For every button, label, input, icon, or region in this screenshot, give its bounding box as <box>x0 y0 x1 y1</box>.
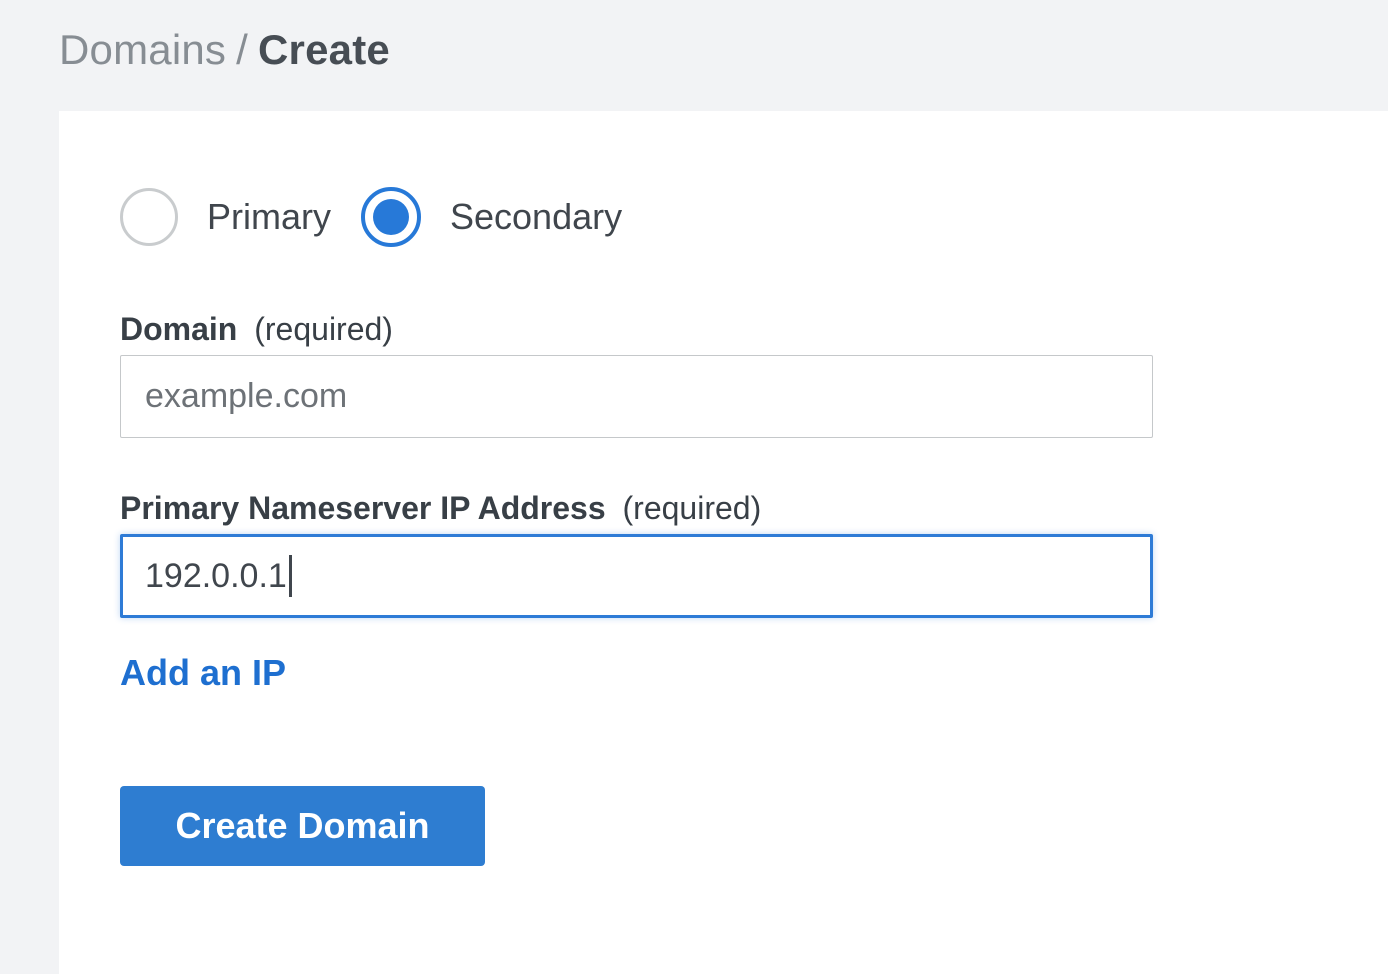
domain-required-note: (required) <box>254 311 393 347</box>
domain-field-label: Domain (required) <box>120 311 1328 347</box>
breadcrumb: Domains/Create <box>59 26 390 74</box>
ip-field-group: Primary Nameserver IP Address (required)… <box>120 490 1328 618</box>
domain-input[interactable] <box>120 355 1153 438</box>
breadcrumb-separator: / <box>236 26 248 73</box>
radio-primary-label[interactable]: Primary <box>207 196 331 238</box>
domain-label-text: Domain <box>120 311 237 347</box>
radio-secondary-label[interactable]: Secondary <box>450 196 622 238</box>
create-domain-panel: Primary Secondary Domain (required) Prim… <box>59 111 1388 974</box>
add-ip-row: Add an IP <box>120 652 1328 694</box>
ip-field-label: Primary Nameserver IP Address (required) <box>120 490 1328 526</box>
radio-option-primary[interactable]: Primary <box>120 188 331 246</box>
domain-field-group: Domain (required) <box>120 311 1328 438</box>
radio-unselected-icon[interactable] <box>120 188 178 246</box>
radio-dot-icon <box>373 199 409 235</box>
submit-row: Create Domain <box>120 786 1328 866</box>
ip-label-text: Primary Nameserver IP Address <box>120 490 606 526</box>
breadcrumb-domains[interactable]: Domains <box>59 26 226 73</box>
ip-input[interactable]: 192.0.0.1 <box>120 534 1153 618</box>
domain-type-radio-group: Primary Secondary <box>120 187 1328 247</box>
add-an-ip-link[interactable]: Add an IP <box>120 652 286 694</box>
text-cursor <box>289 555 292 597</box>
radio-option-secondary[interactable]: Secondary <box>361 187 622 247</box>
radio-selected-icon[interactable] <box>361 187 421 247</box>
breadcrumb-create: Create <box>258 26 390 73</box>
create-domain-button[interactable]: Create Domain <box>120 786 485 866</box>
ip-required-note: (required) <box>623 490 762 526</box>
ip-input-value: 192.0.0.1 <box>145 557 287 596</box>
